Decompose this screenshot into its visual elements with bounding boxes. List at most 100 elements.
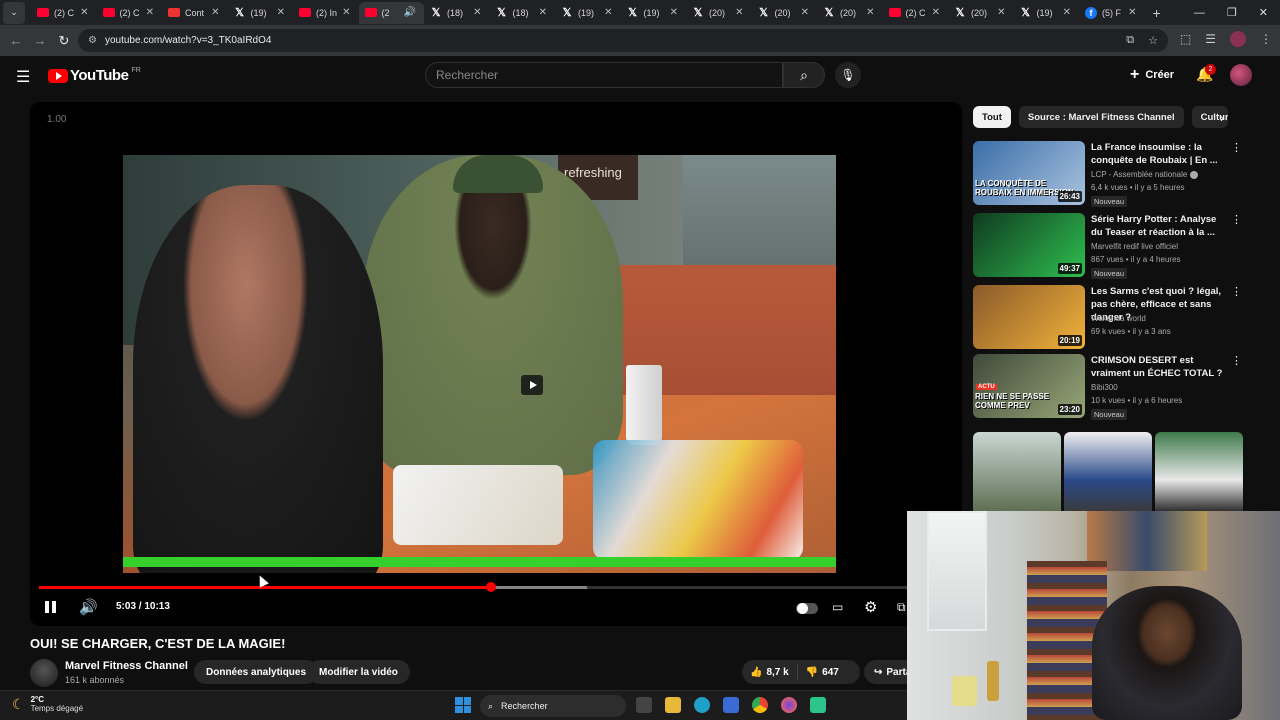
address-bar[interactable]: ⚙ youtube.com/watch?v=3_TK0aIRdO4 ⧉ ☆ (78, 29, 1168, 52)
recommended-channel[interactable]: Marvelfit redif live officiel (1091, 242, 1178, 251)
recommended-title[interactable]: Série Harry Potter : Analyse du Teaser e… (1091, 213, 1229, 239)
autoplay-toggle[interactable] (796, 603, 818, 614)
browser-profile-avatar[interactable] (1230, 31, 1246, 47)
browser-tab[interactable]: Cont ✕ (162, 2, 228, 24)
browser-menu-icon[interactable]: ⋮ (1260, 32, 1272, 46)
tab-close-icon[interactable]: ✕ (932, 7, 940, 18)
browser-tab[interactable]: (2 🔊 (358, 1, 424, 24)
volume-icon[interactable]: 🔊 (79, 598, 98, 616)
video-player[interactable]: 1.00 refreshing sp 🔊 5:03 / 10:13 ▭ ⚙ ⧉ (30, 102, 962, 626)
analytics-button[interactable]: Données analytiques (194, 660, 319, 684)
reload-icon[interactable]: ↻ (52, 33, 76, 49)
browser-tab[interactable]: (2) C ✕ (31, 2, 97, 24)
create-button[interactable]: + Créer (1130, 66, 1174, 84)
dislike-button[interactable]: 👎 647 (798, 667, 847, 678)
tab-close-icon[interactable]: ✕ (539, 7, 547, 18)
browser-tab[interactable]: 𝕏 (19) ✕ (621, 2, 687, 24)
pause-button[interactable] (45, 601, 59, 615)
progress-bar[interactable] (39, 582, 953, 592)
play-overlay-icon[interactable] (521, 375, 543, 395)
more-options-icon[interactable]: ⋮ (1231, 141, 1242, 154)
more-options-icon[interactable]: ⋮ (1231, 354, 1242, 367)
edge-icon[interactable] (694, 697, 710, 713)
tab-close-icon[interactable]: ✕ (1128, 7, 1136, 18)
tab-close-icon[interactable]: ✕ (80, 7, 88, 18)
recommended-channel[interactable]: Wakanda world (1091, 314, 1146, 323)
windows-start-icon[interactable] (455, 697, 471, 713)
tab-close-icon[interactable]: ✕ (801, 7, 809, 18)
chip-all[interactable]: Tout (973, 106, 1011, 128)
minimize-icon[interactable]: — (1194, 7, 1205, 19)
menu-hamburger-icon[interactable]: ☰ (16, 67, 30, 87)
tab-close-icon[interactable]: ✕ (473, 7, 481, 18)
settings-gear-icon[interactable]: ⚙ (864, 598, 877, 616)
tab-search-chevron-icon[interactable]: ⌄ (3, 1, 25, 24)
restore-icon[interactable]: ❐ (1227, 6, 1237, 19)
tab-audio-icon[interactable]: 🔊 (404, 7, 416, 18)
voice-search-button[interactable]: 🎙 (835, 62, 861, 88)
recommended-video[interactable]: 49:37 Série Harry Potter : Analyse du Tea… (973, 213, 1242, 279)
short-thumbnail[interactable] (1155, 432, 1243, 512)
task-view-icon[interactable] (636, 697, 652, 713)
youtube-logo[interactable]: YouTube FR (48, 67, 141, 84)
browser-tab[interactable]: f (5) F ✕ (1079, 2, 1145, 24)
search-button[interactable]: ⌕ (783, 62, 825, 88)
share-button[interactable]: ↪ Partager (864, 660, 908, 684)
firefox-icon[interactable] (781, 697, 797, 713)
more-options-icon[interactable]: ⋮ (1231, 285, 1242, 298)
tab-close-icon[interactable]: ✕ (342, 7, 350, 18)
back-arrow-icon[interactable]: ← (4, 33, 28, 48)
taskbar-search[interactable]: ⌕ Rechercher (480, 695, 626, 717)
chrome-icon[interactable] (752, 697, 768, 713)
browser-tab[interactable]: 𝕏 (19) ✕ (228, 2, 294, 24)
edit-video-button[interactable]: Modifier la vidéo (307, 660, 410, 684)
file-explorer-icon[interactable] (665, 697, 681, 713)
tab-close-icon[interactable]: ✕ (866, 7, 874, 18)
search-input[interactable]: Rechercher (425, 62, 783, 88)
browser-tab[interactable]: 𝕏 (20) ✕ (752, 2, 818, 24)
weather-widget[interactable]: ☾ 2°C Temps dégagé (12, 695, 83, 713)
user-avatar[interactable] (1230, 64, 1252, 86)
tab-close-icon[interactable]: ✕ (211, 7, 219, 18)
recommended-video[interactable]: LA CONQUÊTE DE ROUBAIX EN IMMERSION 26:43… (973, 141, 1242, 207)
browser-tab[interactable]: (2) C ✕ (97, 2, 163, 24)
scrubber-handle[interactable] (485, 582, 496, 592)
channel-name[interactable]: Marvel Fitness Channel (65, 660, 188, 672)
chevron-right-icon[interactable]: › (1220, 111, 1224, 125)
video-thumbnail[interactable]: 20:19 (973, 285, 1085, 349)
short-thumbnail[interactable] (1064, 432, 1152, 512)
close-window-icon[interactable]: ✕ (1259, 6, 1268, 19)
short-thumbnail[interactable] (973, 432, 1061, 512)
install-app-icon[interactable]: ⧉ (1126, 34, 1134, 47)
like-button[interactable]: 👍 8,7 k (742, 664, 798, 680)
tab-close-icon[interactable]: ✕ (735, 7, 743, 18)
tab-close-icon[interactable]: ✕ (146, 7, 154, 18)
chip-source[interactable]: Source : Marvel Fitness Channel (1018, 106, 1184, 128)
store-icon[interactable] (723, 697, 739, 713)
browser-tab[interactable]: 𝕏 (19) ✕ (1014, 2, 1080, 24)
recommended-channel[interactable]: LCP - Assemblée nationale (1091, 170, 1199, 179)
subtitles-icon[interactable]: ▭ (832, 600, 843, 614)
new-tab-plus-icon[interactable]: + (1153, 5, 1161, 21)
video-thumbnail[interactable]: 49:37 (973, 213, 1085, 277)
app-icon[interactable] (810, 697, 826, 713)
browser-tab[interactable]: 𝕏 (18) ✕ (424, 2, 490, 24)
channel-avatar[interactable] (30, 659, 58, 687)
browser-tab[interactable]: 𝕏 (18) ✕ (490, 2, 556, 24)
browser-tab[interactable]: 𝕏 (20) ✕ (948, 2, 1014, 24)
video-frame[interactable]: refreshing sp (123, 155, 836, 573)
tab-close-icon[interactable]: ✕ (997, 7, 1005, 18)
more-options-icon[interactable]: ⋮ (1231, 213, 1242, 226)
side-panel-icon[interactable]: ☰ (1205, 32, 1216, 46)
miniplayer-icon[interactable]: ⧉ (897, 600, 906, 615)
video-thumbnail[interactable]: LA CONQUÊTE DE ROUBAIX EN IMMERSION 26:43 (973, 141, 1085, 205)
tab-close-icon[interactable]: ✕ (1063, 7, 1071, 18)
browser-tab[interactable]: 𝕏 (20) ✕ (686, 2, 752, 24)
extensions-puzzle-icon[interactable]: ⬚ (1180, 32, 1191, 46)
site-info-icon[interactable]: ⚙ (88, 35, 97, 46)
recommended-video[interactable]: ACTU RIEN NE SE PASSE COMME PREV 23:20 CRIM… (973, 354, 1242, 420)
video-thumbnail[interactable]: ACTU RIEN NE SE PASSE COMME PREV 23:20 (973, 354, 1085, 418)
browser-tab[interactable]: 𝕏 (19) ✕ (555, 2, 621, 24)
recommended-title[interactable]: CRIMSON DESERT est vraiment un ÉCHEC TOT… (1091, 354, 1229, 380)
recommended-video[interactable]: 20:19 Les Sarms c'est quoi ? légal, pas c… (973, 285, 1242, 349)
